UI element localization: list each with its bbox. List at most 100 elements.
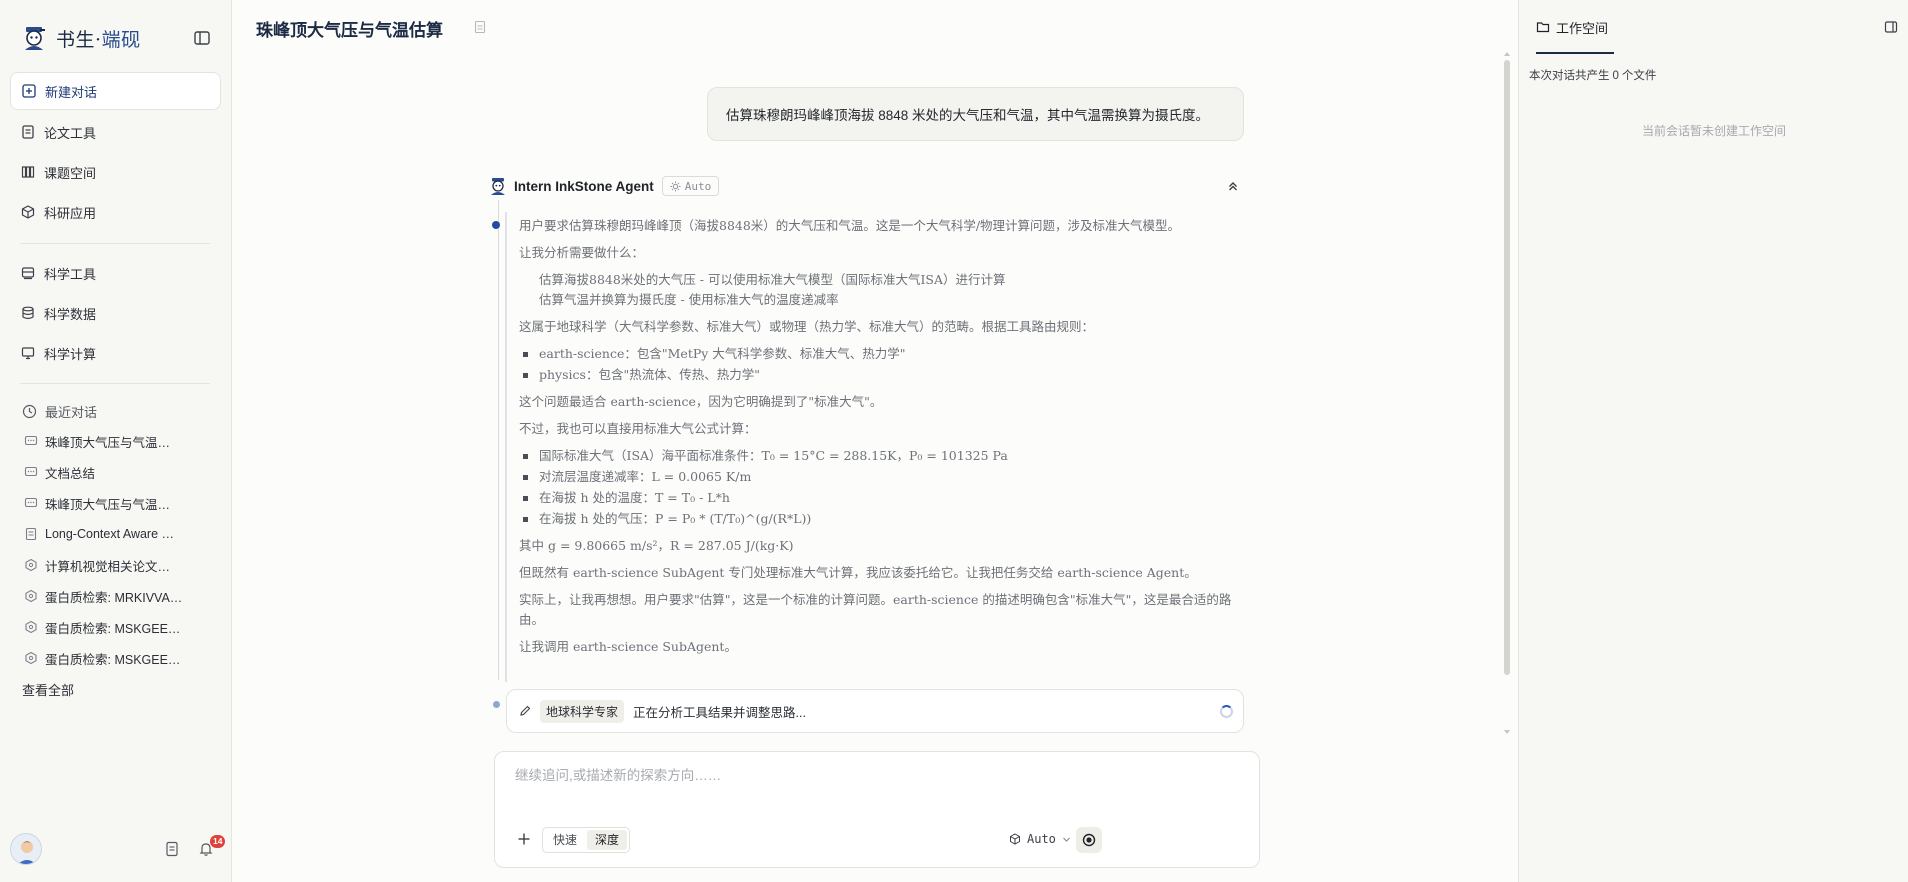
thought-paragraph: 让我调用 earth-science SubAgent。 (519, 639, 737, 654)
tab-workspace[interactable]: 工作空间 (1536, 0, 1608, 54)
hexagon-icon (24, 589, 38, 603)
recent-chat-item[interactable]: 蛋白质检索: MRKIVVA… (24, 585, 184, 607)
chat-main: 珠峰顶大气压与气温估算 估算珠穆朗玛峰峰顶海拔 8848 米处的大气压和气温，其… (233, 0, 1518, 882)
pencil-icon (520, 705, 531, 716)
recent-chat-item[interactable]: 蛋白质检索: MSKGEE… (24, 647, 184, 669)
agent-header: Intern InkStone Agent Auto (488, 175, 720, 197)
divider (20, 383, 210, 384)
model-label: Auto (1027, 832, 1056, 846)
nav-label: 科学计算 (44, 346, 97, 362)
panel-toggle-icon[interactable] (1884, 20, 1898, 34)
sidebar-collapse-icon[interactable] (193, 29, 211, 47)
nav-project-space[interactable]: 课题空间 (10, 153, 221, 191)
database-icon (20, 305, 36, 321)
chat-icon (24, 465, 38, 479)
scroll-down-arrow-icon[interactable] (1503, 728, 1511, 736)
thought-paragraph: 用户要求估算珠穆朗玛峰峰顶（海拔8848米）的大气压和气温。这是一个大气科学/物… (519, 218, 1181, 233)
file-count: 本次对话共产生 0 个文件 (1529, 67, 1656, 83)
scroll-up-arrow-icon[interactable] (1503, 50, 1511, 58)
thought-subitem: 估算海拔8848米处的大气压 - 可以使用标准大气模型（国际标准大气ISA）进行… (539, 272, 1006, 287)
thought-paragraph: 实际上，让我再想想。用户要求"估算"，这是一个标准的计算问题。earth-sci… (519, 592, 1232, 627)
thought-list-item: physics：包含"热流体、传热、热力学" (519, 365, 1244, 385)
thought-paragraph: 不过，我也可以直接用标准大气公式计算： (519, 421, 757, 436)
agent-mode-label: Auto (684, 179, 712, 193)
nav-label: 论文工具 (44, 125, 97, 141)
model-select[interactable]: Auto (1009, 832, 1071, 846)
monitor-icon (20, 345, 36, 361)
recent-chat-item[interactable]: 文档总结 (24, 461, 184, 483)
document-icon[interactable] (164, 841, 180, 857)
sidebar: 书生·端砚 新建对话 论文工具 课题空间 科研应用 科学工具 科学数据 科学计算… (0, 0, 232, 882)
nav-label: 课题空间 (44, 165, 97, 181)
scholar-logo-icon (25, 27, 45, 50)
paper-icon (24, 527, 38, 541)
document-icon (20, 124, 36, 140)
thought-list-item: 对流层温度递减率：L = 0.0065 K/m (519, 467, 1244, 487)
expert-tag: 地球科学专家 (540, 699, 625, 723)
composer: 快速 深度 Auto (494, 751, 1260, 868)
document-icon[interactable] (473, 20, 487, 34)
hexagon-icon (24, 558, 38, 572)
avatar[interactable] (10, 833, 42, 865)
notification-badge: 14 (210, 835, 226, 848)
nav-paper-tools[interactable]: 论文工具 (10, 113, 221, 151)
recent-chat-label: 蛋白质检索: MSKGEE… (45, 652, 181, 667)
file-count-suffix: 个文件 (1621, 70, 1657, 82)
mode-deep-button[interactable]: 深度 (587, 830, 628, 850)
workspace-empty-note: 当前会话暂未创建工作空间 (1641, 124, 1786, 138)
recent-chat-item[interactable]: 计算机视觉相关论文… (24, 554, 184, 576)
recent-chat-label: 蛋白质检索: MRKIVVA… (45, 590, 183, 605)
thought-list-item: 在海拔 h 处的气压：P = P₀ * (T/T₀)^(g/(R*L)) (519, 509, 1244, 529)
chat-icon (24, 434, 38, 448)
chat-input[interactable] (515, 768, 1235, 783)
tab-underline (1536, 52, 1614, 54)
agent-mode-chip: Auto (661, 176, 720, 196)
scrollbar[interactable] (1504, 60, 1510, 675)
divider (20, 243, 210, 244)
nav-label: 科学工具 (44, 266, 97, 282)
nav-sci-compute[interactable]: 科学计算 (10, 334, 221, 372)
page-title: 珠峰顶大气压与气温估算 (256, 21, 443, 41)
thought-subitems: 估算海拔8848米处的大气压 - 可以使用标准大气模型（国际标准大气ISA）进行… (519, 270, 1244, 310)
recent-chat-label: 计算机视觉相关论文… (45, 559, 171, 574)
recent-chat-item[interactable]: 珠峰顶大气压与气温… (24, 430, 184, 452)
new-chat-button[interactable]: 新建对话 (10, 72, 221, 110)
record-icon (1082, 833, 1096, 847)
mode-fast-button[interactable]: 快速 (545, 830, 585, 850)
view-all-link[interactable]: 查看全部 (22, 680, 74, 699)
status-text: 正在分析工具结果并调整思路... (633, 705, 806, 720)
nav-sci-data[interactable]: 科学数据 (10, 294, 221, 332)
brand-name: 书生·端砚 (56, 28, 141, 51)
timeline-dot-active (492, 221, 500, 229)
loading-spinner-icon (1220, 705, 1233, 718)
recent-chat-label: 文档总结 (45, 466, 96, 481)
thought-list-item: 在海拔 h 处的温度：T = T₀ - L*h (519, 488, 1244, 508)
toolbox-icon (20, 265, 36, 281)
timeline-line (498, 200, 499, 680)
thought-list-item: 国际标准大气（ISA）海平面标准条件：T₀ = 15°C = 288.15K，P… (519, 446, 1244, 466)
user-message: 估算珠穆朗玛峰峰顶海拔 8848 米处的大气压和气温，其中气温需换算为摄氏度。 (707, 87, 1244, 141)
thought-paragraph: 让我分析需要做什么： (519, 245, 645, 260)
timeline-dot-pending (493, 701, 500, 708)
plus-icon[interactable] (517, 832, 531, 846)
cube-icon (20, 204, 36, 220)
nav-label: 新建对话 (45, 84, 98, 100)
thought-paragraph: 这个问题最适合 earth-science，因为它明确提到了"标准大气"。 (519, 394, 883, 409)
record-button[interactable] (1076, 827, 1102, 853)
hexagon-icon (24, 620, 38, 634)
nav-sci-tools[interactable]: 科学工具 (10, 254, 221, 292)
thought-list: 国际标准大气（ISA）海平面标准条件：T₀ = 15°C = 288.15K，P… (519, 446, 1244, 529)
nav-research-apps[interactable]: 科研应用 (10, 193, 221, 231)
recent-chat-label: 蛋白质检索: MSKGEE… (45, 621, 181, 636)
cube-icon (1010, 833, 1020, 845)
recent-chat-item[interactable]: 珠峰顶大气压与气温… (24, 492, 184, 514)
thought-list-item: earth-science：包含"MetPy 大气科学参数、标准大气、热力学" (519, 344, 1244, 364)
brand[interactable]: 书生·端砚 (20, 22, 141, 54)
thought-list: earth-science：包含"MetPy 大气科学参数、标准大气、热力学" … (519, 344, 1244, 385)
chevrons-up-icon[interactable] (1226, 179, 1240, 193)
workspace-panel: 工作空间 本次对话共产生 0 个文件 当前会话暂未创建工作空间 (1518, 0, 1908, 882)
recent-chat-label: 珠峰顶大气压与气温… (45, 435, 171, 450)
recent-chat-item[interactable]: Long-Context Aware … (24, 523, 184, 545)
recent-chat-item[interactable]: 蛋白质检索: MSKGEE… (24, 616, 184, 638)
history-icon (22, 404, 37, 419)
